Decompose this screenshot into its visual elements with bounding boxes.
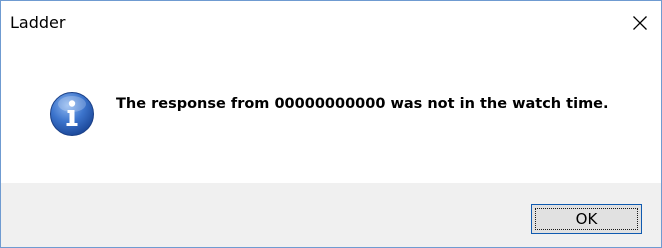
close-icon xyxy=(633,16,647,30)
message-text: The response from 00000000000 was not in… xyxy=(116,96,609,112)
window-title: Ladder xyxy=(10,13,66,32)
info-icon xyxy=(50,92,94,136)
button-bar: OK xyxy=(1,183,661,247)
title-bar: Ladder xyxy=(1,1,661,45)
close-button[interactable] xyxy=(619,1,661,45)
dialog-content: The response from 00000000000 was not in… xyxy=(1,45,661,183)
ok-button-label: OK xyxy=(575,210,598,228)
message-dialog: Ladder The response from 00000000000 was… xyxy=(0,0,662,248)
ok-button[interactable]: OK xyxy=(531,204,642,234)
